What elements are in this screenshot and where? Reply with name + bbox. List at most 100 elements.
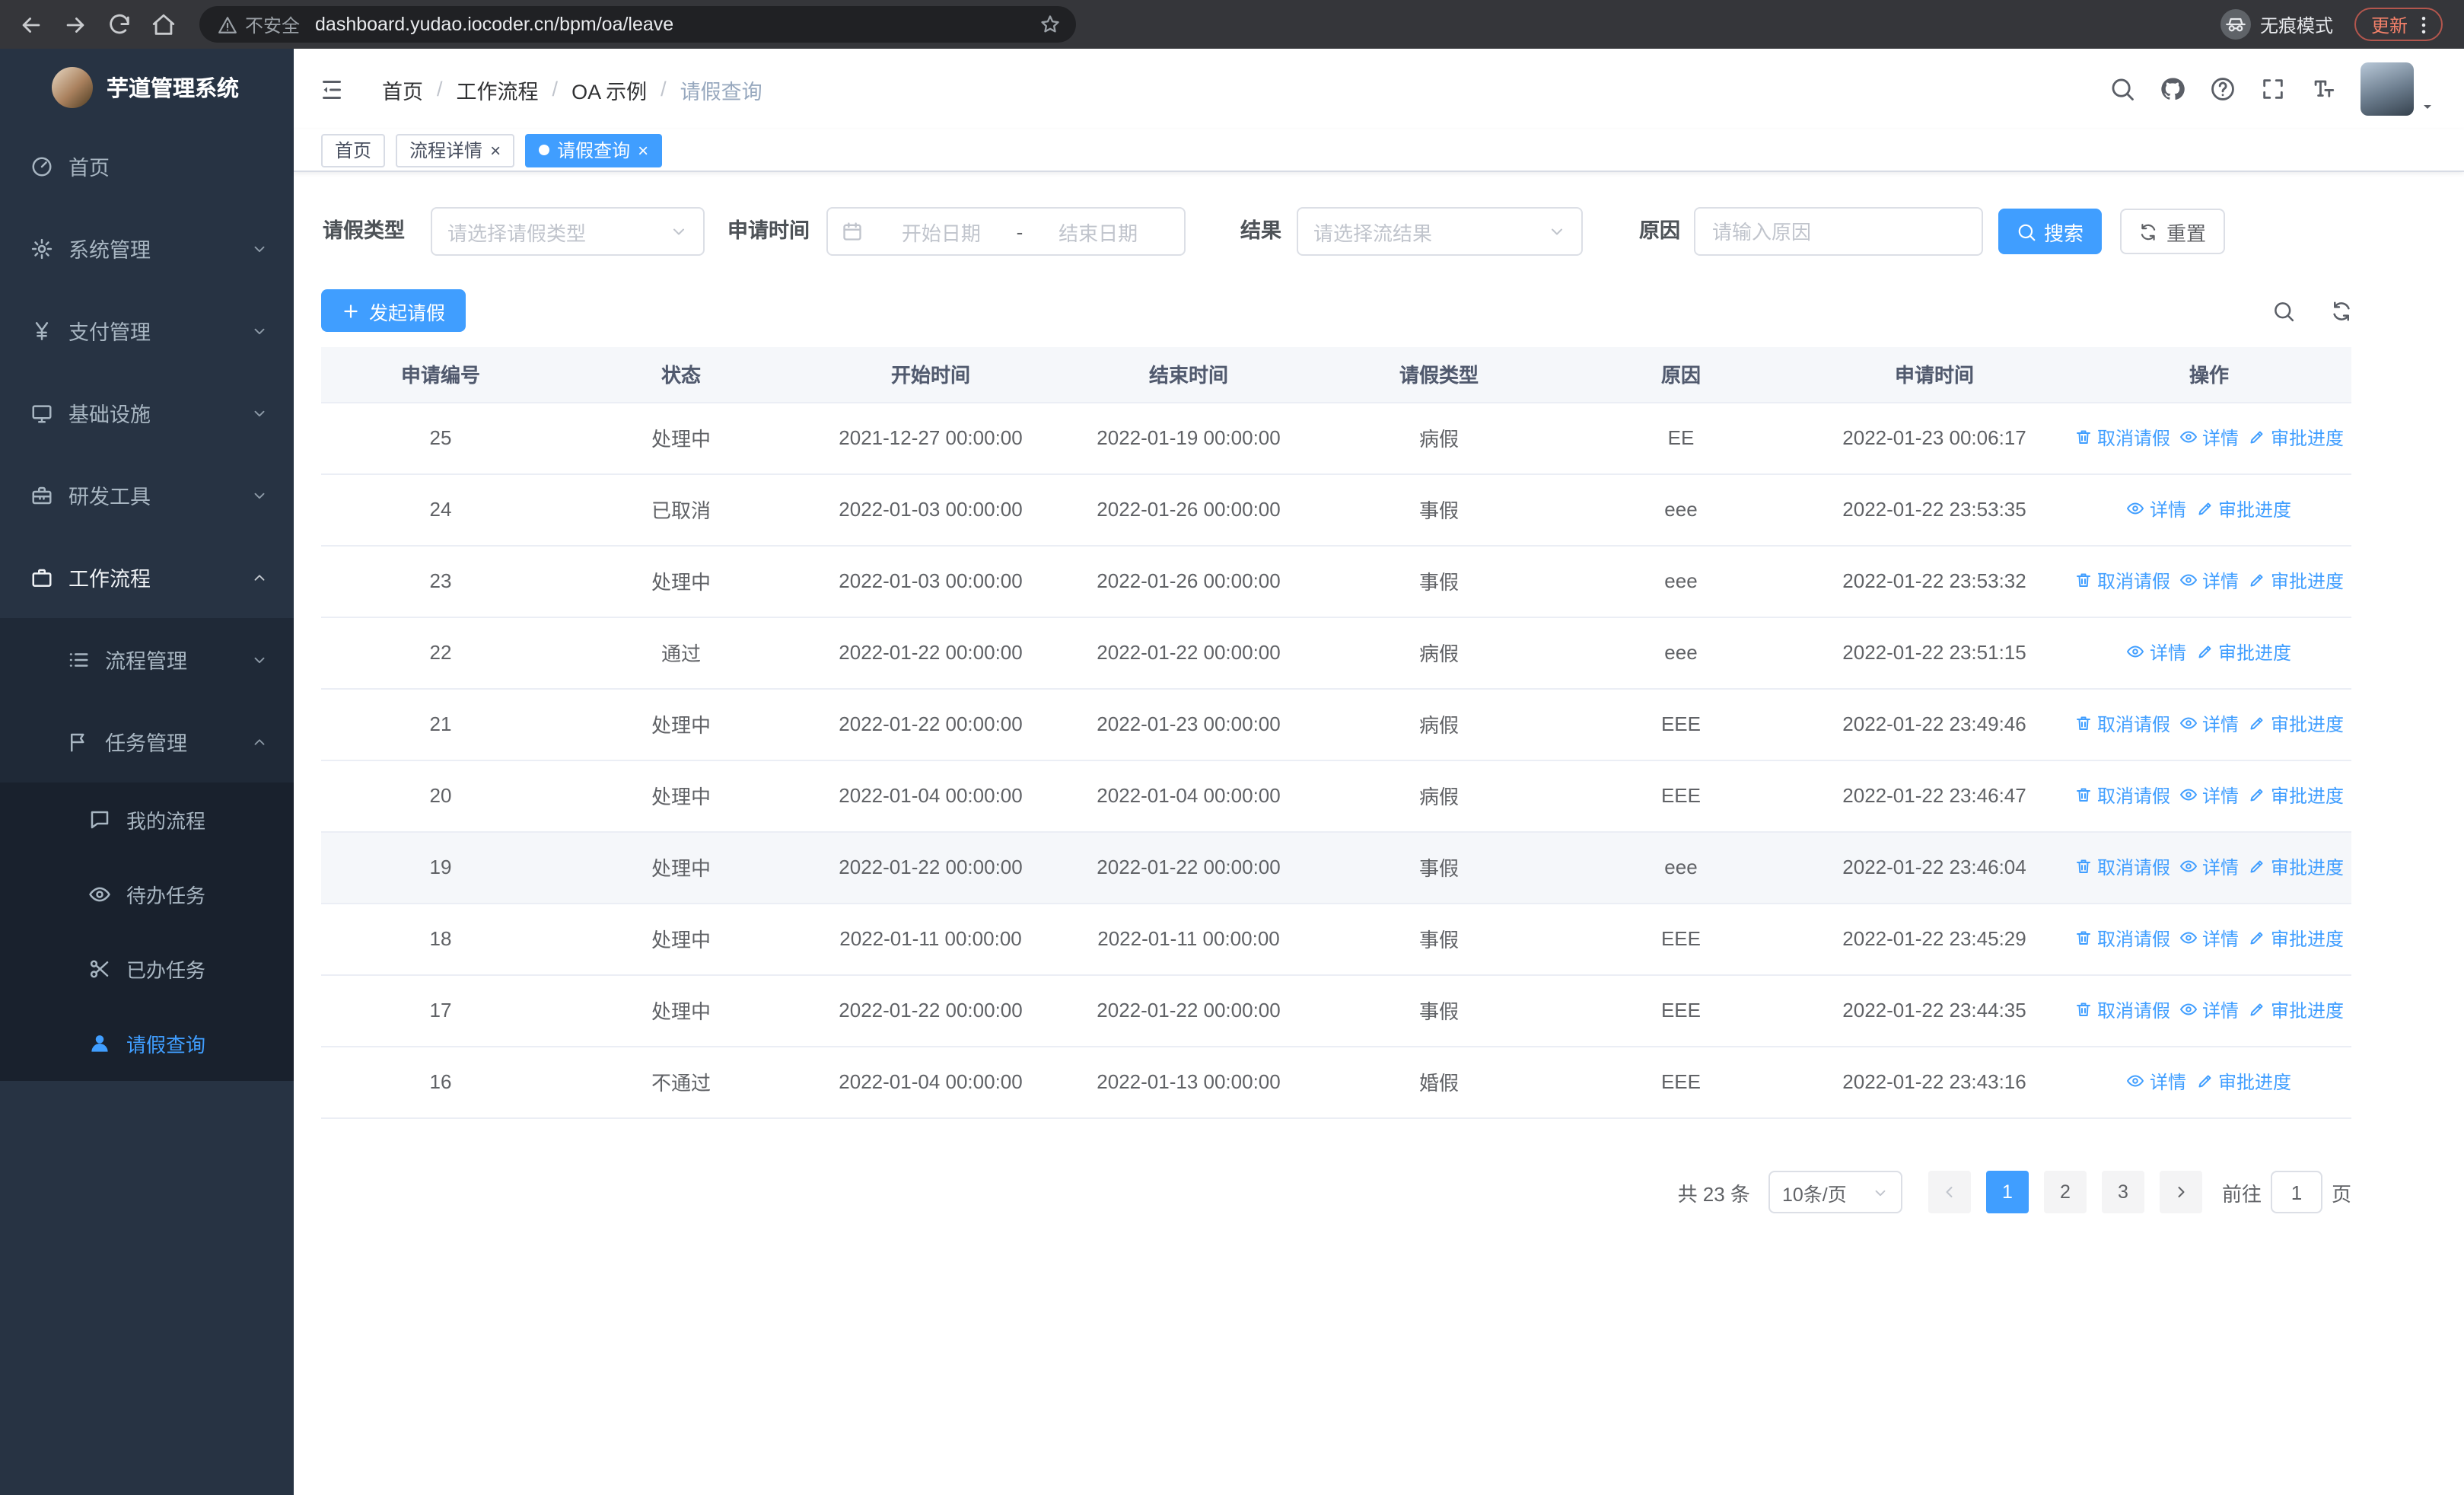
trash-icon	[2074, 429, 2093, 447]
reason-input[interactable]	[1694, 207, 1983, 256]
gear-icon	[30, 237, 53, 260]
fullscreen-icon[interactable]	[2260, 76, 2286, 102]
cell-end: 2022-01-22 00:00:00	[1059, 831, 1318, 904]
progress-link[interactable]: 审批进度	[2248, 997, 2344, 1023]
tab-close-icon[interactable]: ×	[638, 141, 648, 159]
sidebar-item-flag[interactable]: 任务管理	[0, 700, 294, 783]
detail-link[interactable]: 详情	[2127, 639, 2186, 665]
tab-首页[interactable]: 首页	[321, 133, 386, 167]
detail-link[interactable]: 详情	[2179, 711, 2239, 737]
detail-link[interactable]: 详情	[2127, 496, 2186, 522]
sidebar-item-user[interactable]: 请假查询	[0, 1006, 294, 1081]
detail-link[interactable]: 详情	[2179, 854, 2239, 880]
browser-home-icon[interactable]	[151, 11, 177, 37]
page-size-select[interactable]: 10条/页	[1768, 1171, 1902, 1213]
detail-link[interactable]: 详情	[2179, 997, 2239, 1023]
browser-menu-dots-icon[interactable]	[2412, 13, 2435, 36]
progress-link[interactable]: 审批进度	[2195, 1069, 2291, 1095]
progress-link[interactable]: 审批进度	[2248, 854, 2344, 880]
user-avatar[interactable]	[2361, 62, 2414, 116]
browser-reload-icon[interactable]	[107, 11, 132, 37]
detail-link[interactable]: 详情	[2179, 926, 2239, 952]
font-size-icon[interactable]	[2310, 76, 2336, 102]
header-search-icon[interactable]	[2109, 76, 2135, 102]
progress-link[interactable]: 审批进度	[2248, 711, 2344, 737]
cancel-link[interactable]: 取消请假	[2074, 997, 2170, 1023]
breadcrumb-item[interactable]: 首页	[382, 74, 423, 104]
tab-请假查询[interactable]: 请假查询 ×	[525, 133, 663, 167]
url-bar[interactable]: 不安全 dashboard.yudao.iocoder.cn/bpm/oa/le…	[199, 6, 1076, 43]
tab-流程详情[interactable]: 流程详情 ×	[396, 133, 515, 167]
reset-button[interactable]: 重置	[2120, 209, 2225, 254]
chat-icon	[88, 808, 111, 831]
table-row: 22 通过 2022-01-22 00:00:00 2022-01-22 00:00:…	[321, 617, 2351, 689]
tabs-bar: 首页 流程详情 × 请假查询 ×	[294, 129, 2464, 172]
page-button-3[interactable]: 3	[2101, 1171, 2144, 1213]
browser-back-icon[interactable]	[18, 11, 44, 37]
cancel-link[interactable]: 取消请假	[2074, 854, 2170, 880]
breadcrumb-item[interactable]: 工作流程	[457, 74, 539, 104]
prev-page-button[interactable]	[1928, 1171, 1971, 1213]
bookmark-star-icon[interactable]	[1039, 14, 1061, 35]
trash-icon	[2074, 858, 2093, 876]
create-leave-button[interactable]: 发起请假	[321, 289, 466, 332]
incognito-label: 无痕模式	[2259, 14, 2333, 36]
cell-actions: 取消请假 详情 审批进度	[2067, 545, 2351, 617]
next-page-button[interactable]	[2159, 1171, 2202, 1213]
goto-page-input[interactable]	[2270, 1171, 2322, 1213]
cell-status: 处理中	[560, 760, 802, 832]
cancel-link[interactable]: 取消请假	[2074, 711, 2170, 737]
progress-link[interactable]: 审批进度	[2248, 425, 2344, 451]
sidebar-item-gear[interactable]: 系统管理	[0, 207, 294, 289]
url-text[interactable]: dashboard.yudao.iocoder.cn/bpm/oa/leave	[315, 14, 1039, 35]
leave-type-select[interactable]: 请选择请假类型	[431, 207, 705, 256]
github-icon[interactable]	[2160, 76, 2185, 102]
sidebar-item-briefcase[interactable]: 工作流程	[0, 536, 294, 618]
cancel-link[interactable]: 取消请假	[2074, 926, 2170, 952]
sidebar-item-label: 待办任务	[126, 885, 206, 907]
cell-id: 24	[321, 473, 560, 546]
detail-link[interactable]: 详情	[2127, 1069, 2186, 1095]
page-button-1[interactable]: 1	[1985, 1171, 2029, 1213]
toggle-search-icon[interactable]	[2272, 300, 2295, 323]
search-button[interactable]: 搜索	[1998, 209, 2102, 254]
cell-start: 2022-01-22 00:00:00	[802, 974, 1059, 1047]
security-label[interactable]: 不安全	[245, 11, 300, 37]
sidebar-collapse-icon[interactable]	[318, 75, 345, 103]
detail-link[interactable]: 详情	[2179, 783, 2239, 808]
progress-link[interactable]: 审批进度	[2248, 783, 2344, 808]
main-area: 首页 / 工作流程 / OA 示例 / 请假查询 首页 流程详情 × 请假查询 × 请假类型 请选择…	[294, 49, 2464, 1495]
cancel-link[interactable]: 取消请假	[2074, 425, 2170, 451]
progress-link[interactable]: 审批进度	[2195, 639, 2291, 665]
table-refresh-icon[interactable]	[2330, 300, 2353, 323]
sidebar-item-scissors[interactable]: 已办任务	[0, 932, 294, 1006]
breadcrumb-item[interactable]: OA 示例	[571, 74, 647, 104]
sidebar-item-eye[interactable]: 待办任务	[0, 857, 294, 932]
progress-link[interactable]: 审批进度	[2248, 568, 2344, 594]
cell-id: 20	[321, 760, 560, 832]
sidebar-item-list[interactable]: 流程管理	[0, 618, 294, 700]
browser-update-button[interactable]: 更新	[2354, 8, 2443, 41]
result-select[interactable]: 请选择流结果	[1297, 207, 1583, 256]
tab-close-icon[interactable]: ×	[490, 141, 501, 159]
user-menu[interactable]	[2361, 62, 2437, 116]
sidebar-item-monitor[interactable]: 基础设施	[0, 371, 294, 454]
cancel-link[interactable]: 取消请假	[2074, 568, 2170, 594]
help-icon[interactable]	[2210, 76, 2236, 102]
cell-id: 21	[321, 688, 560, 760]
sidebar-item-gauge[interactable]: 首页	[0, 125, 294, 207]
progress-link[interactable]: 审批进度	[2195, 496, 2291, 522]
app-logo[interactable]: 芋道管理系统	[0, 49, 294, 125]
cancel-link[interactable]: 取消请假	[2074, 783, 2170, 808]
cell-type: 事假	[1318, 903, 1560, 975]
date-range-picker[interactable]: 开始日期 - 结束日期	[826, 207, 1186, 256]
detail-link[interactable]: 详情	[2179, 425, 2239, 451]
page-button-2[interactable]: 2	[2043, 1171, 2087, 1213]
sidebar-item-chat[interactable]: 我的流程	[0, 783, 294, 857]
table-row: 23 处理中 2022-01-03 00:00:00 2022-01-26 00:00…	[321, 545, 2351, 617]
browser-forward-icon[interactable]	[62, 11, 88, 37]
sidebar-item-yen[interactable]: 支付管理	[0, 289, 294, 371]
sidebar-item-toolbox[interactable]: 研发工具	[0, 454, 294, 536]
detail-link[interactable]: 详情	[2179, 568, 2239, 594]
progress-link[interactable]: 审批进度	[2248, 926, 2344, 952]
